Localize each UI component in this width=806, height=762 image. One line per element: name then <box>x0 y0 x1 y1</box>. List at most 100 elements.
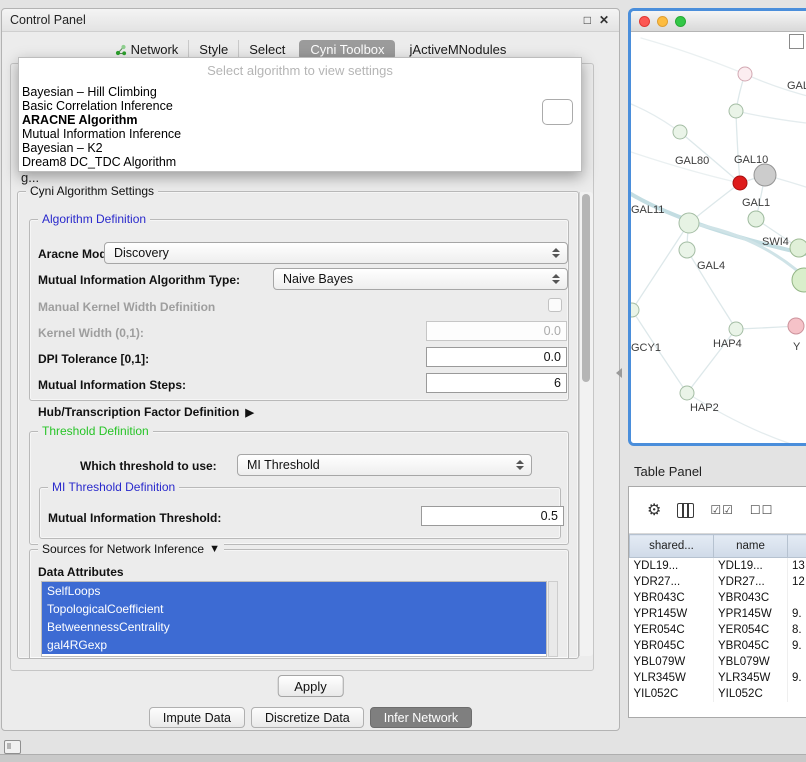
table-row[interactable]: YBL079WYBL079W <box>630 654 806 670</box>
network-node[interactable] <box>748 211 764 227</box>
node-label: GAL80 <box>675 155 709 167</box>
table-cell: YBL079W <box>630 654 714 670</box>
column-header-name[interactable]: name <box>714 535 788 558</box>
close-traffic-light-icon[interactable] <box>639 16 650 27</box>
attribute-list-item[interactable]: BetweennessCentrality <box>42 618 546 636</box>
mi-threshold-input[interactable]: 0.5 <box>421 506 564 526</box>
network-edge[interactable] <box>736 111 806 124</box>
group-legend: Cyni Algorithm Settings <box>26 184 158 198</box>
data-attributes-list[interactable]: SelfLoopsTopologicalCoefficientBetweenne… <box>41 581 547 657</box>
network-node[interactable] <box>679 242 695 258</box>
network-node[interactable] <box>673 125 687 139</box>
column-header-shared-name[interactable]: shared... <box>630 535 714 558</box>
network-node[interactable] <box>729 322 743 336</box>
network-edge[interactable] <box>631 104 680 132</box>
gear-icon[interactable]: ⚙ <box>647 500 661 520</box>
tab-impute-data[interactable]: Impute Data <box>149 707 245 728</box>
attribute-list-item[interactable]: SelfLoops <box>42 582 546 600</box>
node-label: GAL1 <box>742 197 770 209</box>
algorithm-option[interactable]: Basic Correlation Inference <box>19 99 581 113</box>
close-icon[interactable]: ✕ <box>599 14 609 26</box>
algorithm-option[interactable]: Dream8 DC_TDC Algorithm <box>19 155 581 169</box>
algorithm-option[interactable]: ARACNE Algorithm <box>19 113 581 127</box>
network-canvas[interactable]: GALGAL80GAL10GAL11GAL1SWI4GAL4GCY1HAP4HA… <box>631 32 806 444</box>
node-label: GAL4 <box>697 260 725 272</box>
float-window-icon[interactable]: □ <box>584 14 591 26</box>
panel-toggle-icon[interactable] <box>4 740 21 754</box>
node-label: GAL11 <box>631 204 664 216</box>
algorithm-option[interactable]: Mutual Information Inference <box>19 127 581 141</box>
apply-button[interactable]: Apply <box>277 675 344 697</box>
table-cell: YIL052C <box>630 686 714 702</box>
network-node[interactable] <box>792 268 806 292</box>
network-edge[interactable] <box>689 223 806 287</box>
table-row[interactable]: YBR045CYBR045C9. <box>630 638 806 654</box>
table-header-row: shared... name <box>630 535 806 558</box>
network-node[interactable] <box>680 386 694 400</box>
scrollbar-thumb[interactable] <box>582 194 590 382</box>
hub-definition-label: Hub/Transcription Factor Definition <box>38 405 239 419</box>
network-node[interactable] <box>788 318 804 334</box>
table-cell: YDL19... <box>714 558 788 575</box>
overview-toggle[interactable] <box>789 34 804 49</box>
table-cell <box>788 590 806 606</box>
combo-arrows-icon <box>548 274 564 284</box>
attribute-list-item[interactable]: TopologicalCoefficient <box>42 600 546 618</box>
table-row[interactable]: YDR27...YDR27...12 <box>630 574 806 590</box>
aracne-mode-select[interactable]: Discovery <box>104 242 568 264</box>
obscured-label-fragment: g... <box>21 170 39 185</box>
algorithm-combo-fragment[interactable] <box>542 99 573 125</box>
columns-icon[interactable] <box>677 503 694 518</box>
clear-all-checkboxes-icon[interactable]: ☐☐ <box>750 503 774 517</box>
network-node[interactable] <box>729 104 743 118</box>
table-row[interactable]: YPR145WYPR145W9. <box>630 606 806 622</box>
table-row[interactable]: YDL19...YDL19...13 <box>630 558 806 575</box>
network-edge[interactable] <box>632 223 689 310</box>
zoom-traffic-light-icon[interactable] <box>675 16 686 27</box>
table-cell <box>788 686 806 702</box>
mi-steps-input[interactable]: 6 <box>426 373 567 393</box>
network-edge[interactable] <box>736 111 740 183</box>
network-node[interactable] <box>679 213 699 233</box>
select-all-checkboxes-icon[interactable]: ☑☑ <box>710 503 734 517</box>
node-label: GAL10 <box>734 154 768 166</box>
node-label: GCY1 <box>631 342 661 354</box>
table-cell <box>788 654 806 670</box>
network-node[interactable] <box>738 67 752 81</box>
column-header-partial[interactable] <box>788 535 806 558</box>
which-threshold-select[interactable]: MI Threshold <box>237 454 532 476</box>
table-cell: YBR043C <box>714 590 788 606</box>
table-row[interactable]: YLR345WYLR345W9. <box>630 670 806 686</box>
sources-legend[interactable]: Sources for Network Inference ▼ <box>38 542 224 556</box>
desktop: Control Panel □ ✕ Network Style Select C… <box>0 0 806 762</box>
network-node[interactable] <box>790 239 806 257</box>
network-edge[interactable] <box>736 326 796 329</box>
manual-kernel-width-checkbox[interactable] <box>548 298 562 312</box>
attribute-list-scrollbar[interactable] <box>548 581 558 657</box>
dpi-tolerance-input[interactable]: 0.0 <box>426 347 567 367</box>
minimize-traffic-light-icon[interactable] <box>657 16 668 27</box>
tab-infer-network[interactable]: Infer Network <box>370 707 472 728</box>
table-cell: YER054C <box>630 622 714 638</box>
algorithm-option[interactable]: Bayesian – Hill Climbing <box>19 85 581 99</box>
network-node[interactable] <box>733 176 747 190</box>
network-node[interactable] <box>754 164 776 186</box>
hub-definition-toggle[interactable]: Hub/Transcription Factor Definition ▶ <box>38 405 254 419</box>
attribute-list-item[interactable]: gal4RGexp <box>42 636 546 654</box>
tab-discretize-data[interactable]: Discretize Data <box>251 707 364 728</box>
table-row[interactable]: YBR043CYBR043C <box>630 590 806 606</box>
network-node[interactable] <box>631 303 639 317</box>
algorithm-option[interactable]: Bayesian – K2 <box>19 141 581 155</box>
node-label: GAL <box>787 80 806 92</box>
network-edge[interactable] <box>687 393 791 444</box>
table-panel-window: ⚙ ☑☑ ☐☐ shared... name YDL19...YDL19...1… <box>628 486 806 718</box>
settings-scrollbar[interactable] <box>579 192 593 656</box>
which-threshold-label: Which threshold to use: <box>80 459 217 473</box>
network-edge[interactable] <box>641 38 745 74</box>
table-row[interactable]: YER054CYER054C8. <box>630 622 806 638</box>
algorithm-dropdown-popup: Select algorithm to view settings Bayesi… <box>18 57 582 172</box>
mi-algorithm-type-select[interactable]: Naive Bayes <box>273 268 568 290</box>
splitter-collapse-icon[interactable] <box>616 368 622 378</box>
table-row[interactable]: YIL052CYIL052C <box>630 686 806 702</box>
status-strip <box>0 754 806 762</box>
